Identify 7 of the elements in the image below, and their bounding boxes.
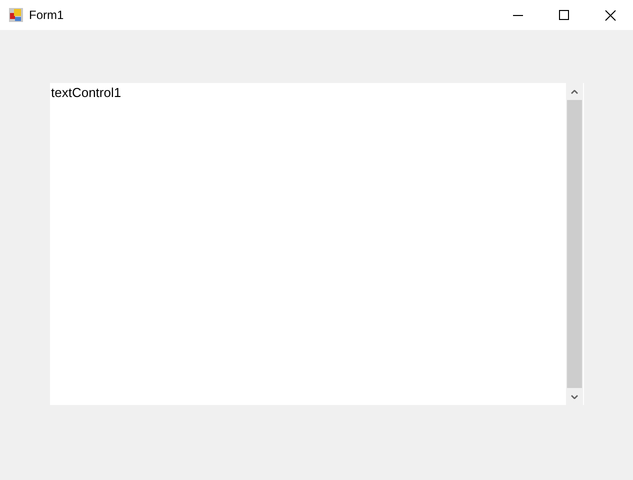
scrollbar-thumb[interactable] [567, 100, 582, 388]
window-title: Form1 [29, 8, 64, 22]
text-content: textControl1 [50, 84, 122, 102]
maximize-icon [559, 10, 569, 20]
app-icon [9, 8, 23, 22]
text-control[interactable]: textControl1 [50, 83, 584, 405]
close-icon [604, 10, 616, 20]
